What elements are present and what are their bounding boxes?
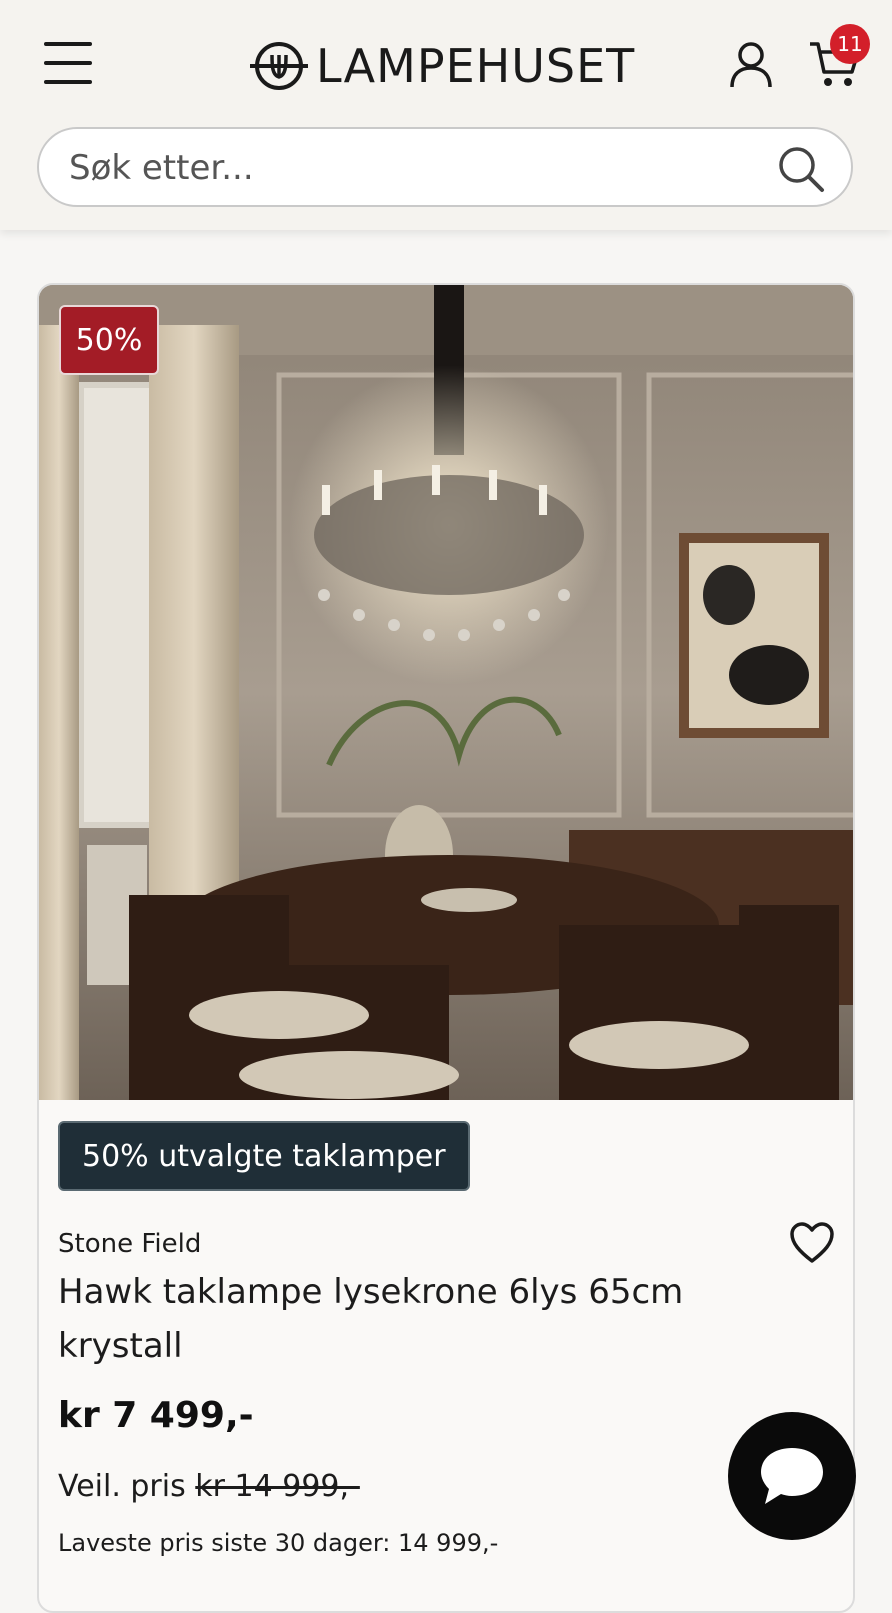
search-bar bbox=[37, 127, 853, 207]
chat-icon bbox=[761, 1448, 823, 1504]
account-icon[interactable] bbox=[728, 40, 774, 90]
discount-badge: 50% bbox=[59, 305, 159, 375]
product-image[interactable] bbox=[39, 285, 855, 1100]
site-header: LAMPEHUSET 11 bbox=[0, 0, 892, 230]
heart-icon[interactable] bbox=[789, 1221, 835, 1265]
cart-count-badge: 11 bbox=[830, 24, 870, 64]
promo-tag[interactable]: 50% utvalgte taklamper bbox=[58, 1121, 470, 1191]
lowest-price-note: Laveste pris siste 30 dager: 14 999,- bbox=[58, 1529, 499, 1557]
search-input[interactable] bbox=[67, 141, 771, 195]
chat-button[interactable] bbox=[728, 1412, 856, 1540]
search-icon[interactable] bbox=[777, 145, 825, 193]
product-title[interactable]: Hawk taklampe lysekrone 6lys 65cm krysta… bbox=[58, 1265, 718, 1373]
menu-icon[interactable] bbox=[44, 42, 92, 86]
recommended-price-label: Veil. pris bbox=[58, 1469, 186, 1504]
logo-text: LAMPEHUSET bbox=[316, 39, 636, 93]
recommended-price-value: kr 14 999,- bbox=[195, 1469, 360, 1504]
logo-bulb-icon bbox=[250, 42, 308, 90]
product-price: kr 7 499,- bbox=[58, 1395, 254, 1436]
recommended-price: Veil. pris kr 14 999,- bbox=[58, 1469, 360, 1504]
logo[interactable]: LAMPEHUSET bbox=[250, 36, 635, 96]
product-card[interactable]: 50% 50% utvalgte taklamper Stone Field H… bbox=[37, 283, 855, 1613]
product-brand: Stone Field bbox=[58, 1229, 202, 1259]
